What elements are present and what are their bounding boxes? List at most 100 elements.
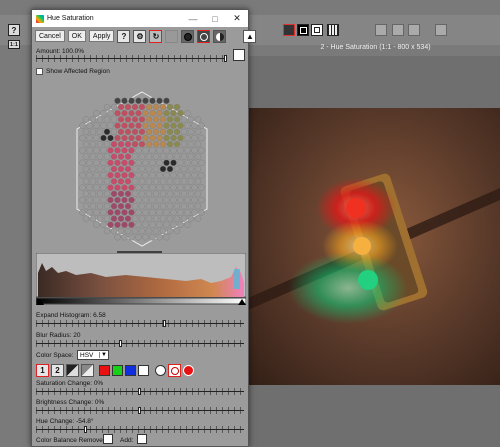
- hex-cell[interactable]: [194, 116, 202, 123]
- hex-cell[interactable]: [107, 196, 114, 204]
- hex-cell[interactable]: [177, 110, 184, 117]
- hex-cell[interactable]: [79, 147, 86, 154]
- hex-cell[interactable]: [198, 171, 205, 179]
- hex-cell[interactable]: [135, 147, 142, 154]
- hex-cell[interactable]: [152, 190, 160, 198]
- hex-cell[interactable]: [152, 227, 160, 235]
- hex-cell[interactable]: [191, 171, 198, 179]
- hex-cell[interactable]: [117, 141, 125, 148]
- hex-cell[interactable]: [187, 116, 195, 123]
- hex-cell[interactable]: [191, 209, 198, 216]
- help-button[interactable]: ?: [8, 24, 20, 36]
- remove-color-swatch[interactable]: [103, 434, 113, 444]
- hex-cell[interactable]: [180, 116, 188, 123]
- hex-cell[interactable]: [149, 122, 156, 129]
- hex-cell[interactable]: [194, 141, 202, 148]
- hex-cell[interactable]: [166, 190, 174, 198]
- hex-cell[interactable]: [79, 159, 86, 167]
- saturation-slider[interactable]: [36, 388, 244, 395]
- hex-cell[interactable]: [142, 110, 149, 117]
- hex-cell[interactable]: [82, 141, 90, 148]
- hex-cell[interactable]: [93, 184, 100, 191]
- hex-cell[interactable]: [177, 184, 184, 191]
- hex-cell[interactable]: [82, 153, 90, 160]
- mode-1-button[interactable]: 1: [36, 364, 49, 377]
- hex-cell[interactable]: [170, 110, 177, 117]
- hex-cell[interactable]: [135, 134, 142, 142]
- hex-cell[interactable]: [177, 196, 184, 204]
- hex-cell[interactable]: [166, 153, 174, 160]
- hex-cell[interactable]: [86, 159, 93, 167]
- hex-cell[interactable]: [159, 227, 167, 235]
- hex-cell[interactable]: [93, 209, 100, 216]
- hex-cell[interactable]: [163, 122, 170, 129]
- zoom-actual-button[interactable]: 1:1: [8, 40, 20, 49]
- hex-cell[interactable]: [89, 153, 97, 160]
- hex-cell[interactable]: [100, 147, 107, 154]
- hex-cell[interactable]: [198, 184, 205, 191]
- hex-cell[interactable]: [166, 178, 174, 185]
- hex-cell[interactable]: [138, 153, 146, 160]
- hex-cell[interactable]: [198, 134, 205, 142]
- hex-cell[interactable]: [198, 122, 205, 129]
- hex-cell[interactable]: [103, 215, 111, 222]
- hex-cell[interactable]: [131, 190, 139, 198]
- hex-cell[interactable]: [177, 122, 184, 129]
- expand-histogram-thumb[interactable]: [162, 320, 166, 327]
- hex-cell[interactable]: [117, 153, 125, 160]
- hex-cell[interactable]: [173, 178, 181, 185]
- hex-cell[interactable]: [96, 190, 104, 198]
- hex-cell[interactable]: [79, 171, 86, 179]
- hex-cell[interactable]: [135, 184, 142, 191]
- hex-cell[interactable]: [121, 171, 128, 179]
- circle-red-icon[interactable]: [183, 365, 194, 376]
- hex-cell[interactable]: [187, 153, 195, 160]
- hex-cell[interactable]: [142, 122, 149, 129]
- hex-cell[interactable]: [184, 122, 191, 129]
- hex-cell[interactable]: [173, 215, 181, 222]
- hex-cell[interactable]: [79, 184, 86, 191]
- hex-cell[interactable]: [117, 190, 125, 198]
- hex-cell[interactable]: [138, 215, 146, 222]
- hex-cell[interactable]: [131, 116, 139, 123]
- hex-cell[interactable]: [89, 190, 97, 198]
- maximize-icon[interactable]: □: [204, 14, 226, 24]
- histogram-icon[interactable]: ▲: [243, 30, 257, 43]
- hex-cell[interactable]: [131, 215, 139, 222]
- hue-change-thumb[interactable]: [83, 426, 87, 433]
- hex-cell[interactable]: [100, 159, 107, 167]
- hex-cell[interactable]: [180, 165, 188, 173]
- hex-cell[interactable]: [187, 128, 195, 135]
- hex-cell[interactable]: [93, 147, 100, 154]
- hex-cell[interactable]: [128, 221, 135, 229]
- hex-cell[interactable]: [156, 147, 163, 154]
- hex-cell[interactable]: [187, 190, 195, 198]
- hex-cell[interactable]: [93, 122, 100, 129]
- hex-cell[interactable]: [163, 159, 170, 167]
- hex-cell[interactable]: [128, 159, 135, 167]
- hex-cell[interactable]: [100, 171, 107, 179]
- hex-cell[interactable]: [145, 165, 153, 173]
- minimize-icon[interactable]: —: [182, 14, 204, 24]
- hex-cell[interactable]: [110, 202, 118, 210]
- hex-cell[interactable]: [173, 227, 181, 235]
- hex-cell[interactable]: [145, 202, 153, 210]
- hex-cell[interactable]: [156, 233, 163, 241]
- hex-cell[interactable]: [107, 134, 114, 142]
- hex-cell[interactable]: [89, 165, 97, 173]
- hex-cell[interactable]: [149, 233, 156, 241]
- hex-cell[interactable]: [96, 141, 104, 148]
- hex-cell[interactable]: [135, 233, 142, 241]
- close-icon[interactable]: ✕: [226, 13, 248, 24]
- hex-cell[interactable]: [163, 171, 170, 179]
- hex-cell[interactable]: [177, 209, 184, 216]
- add-color-swatch[interactable]: [137, 434, 147, 444]
- hex-cell[interactable]: [149, 97, 156, 104]
- blue-swatch[interactable]: [125, 365, 136, 376]
- hex-cell[interactable]: [124, 178, 132, 185]
- hex-cell[interactable]: [117, 178, 125, 185]
- hex-cell[interactable]: [128, 209, 135, 216]
- hex-cell[interactable]: [114, 209, 121, 216]
- hex-cell[interactable]: [114, 221, 121, 229]
- hex-cell[interactable]: [135, 221, 142, 229]
